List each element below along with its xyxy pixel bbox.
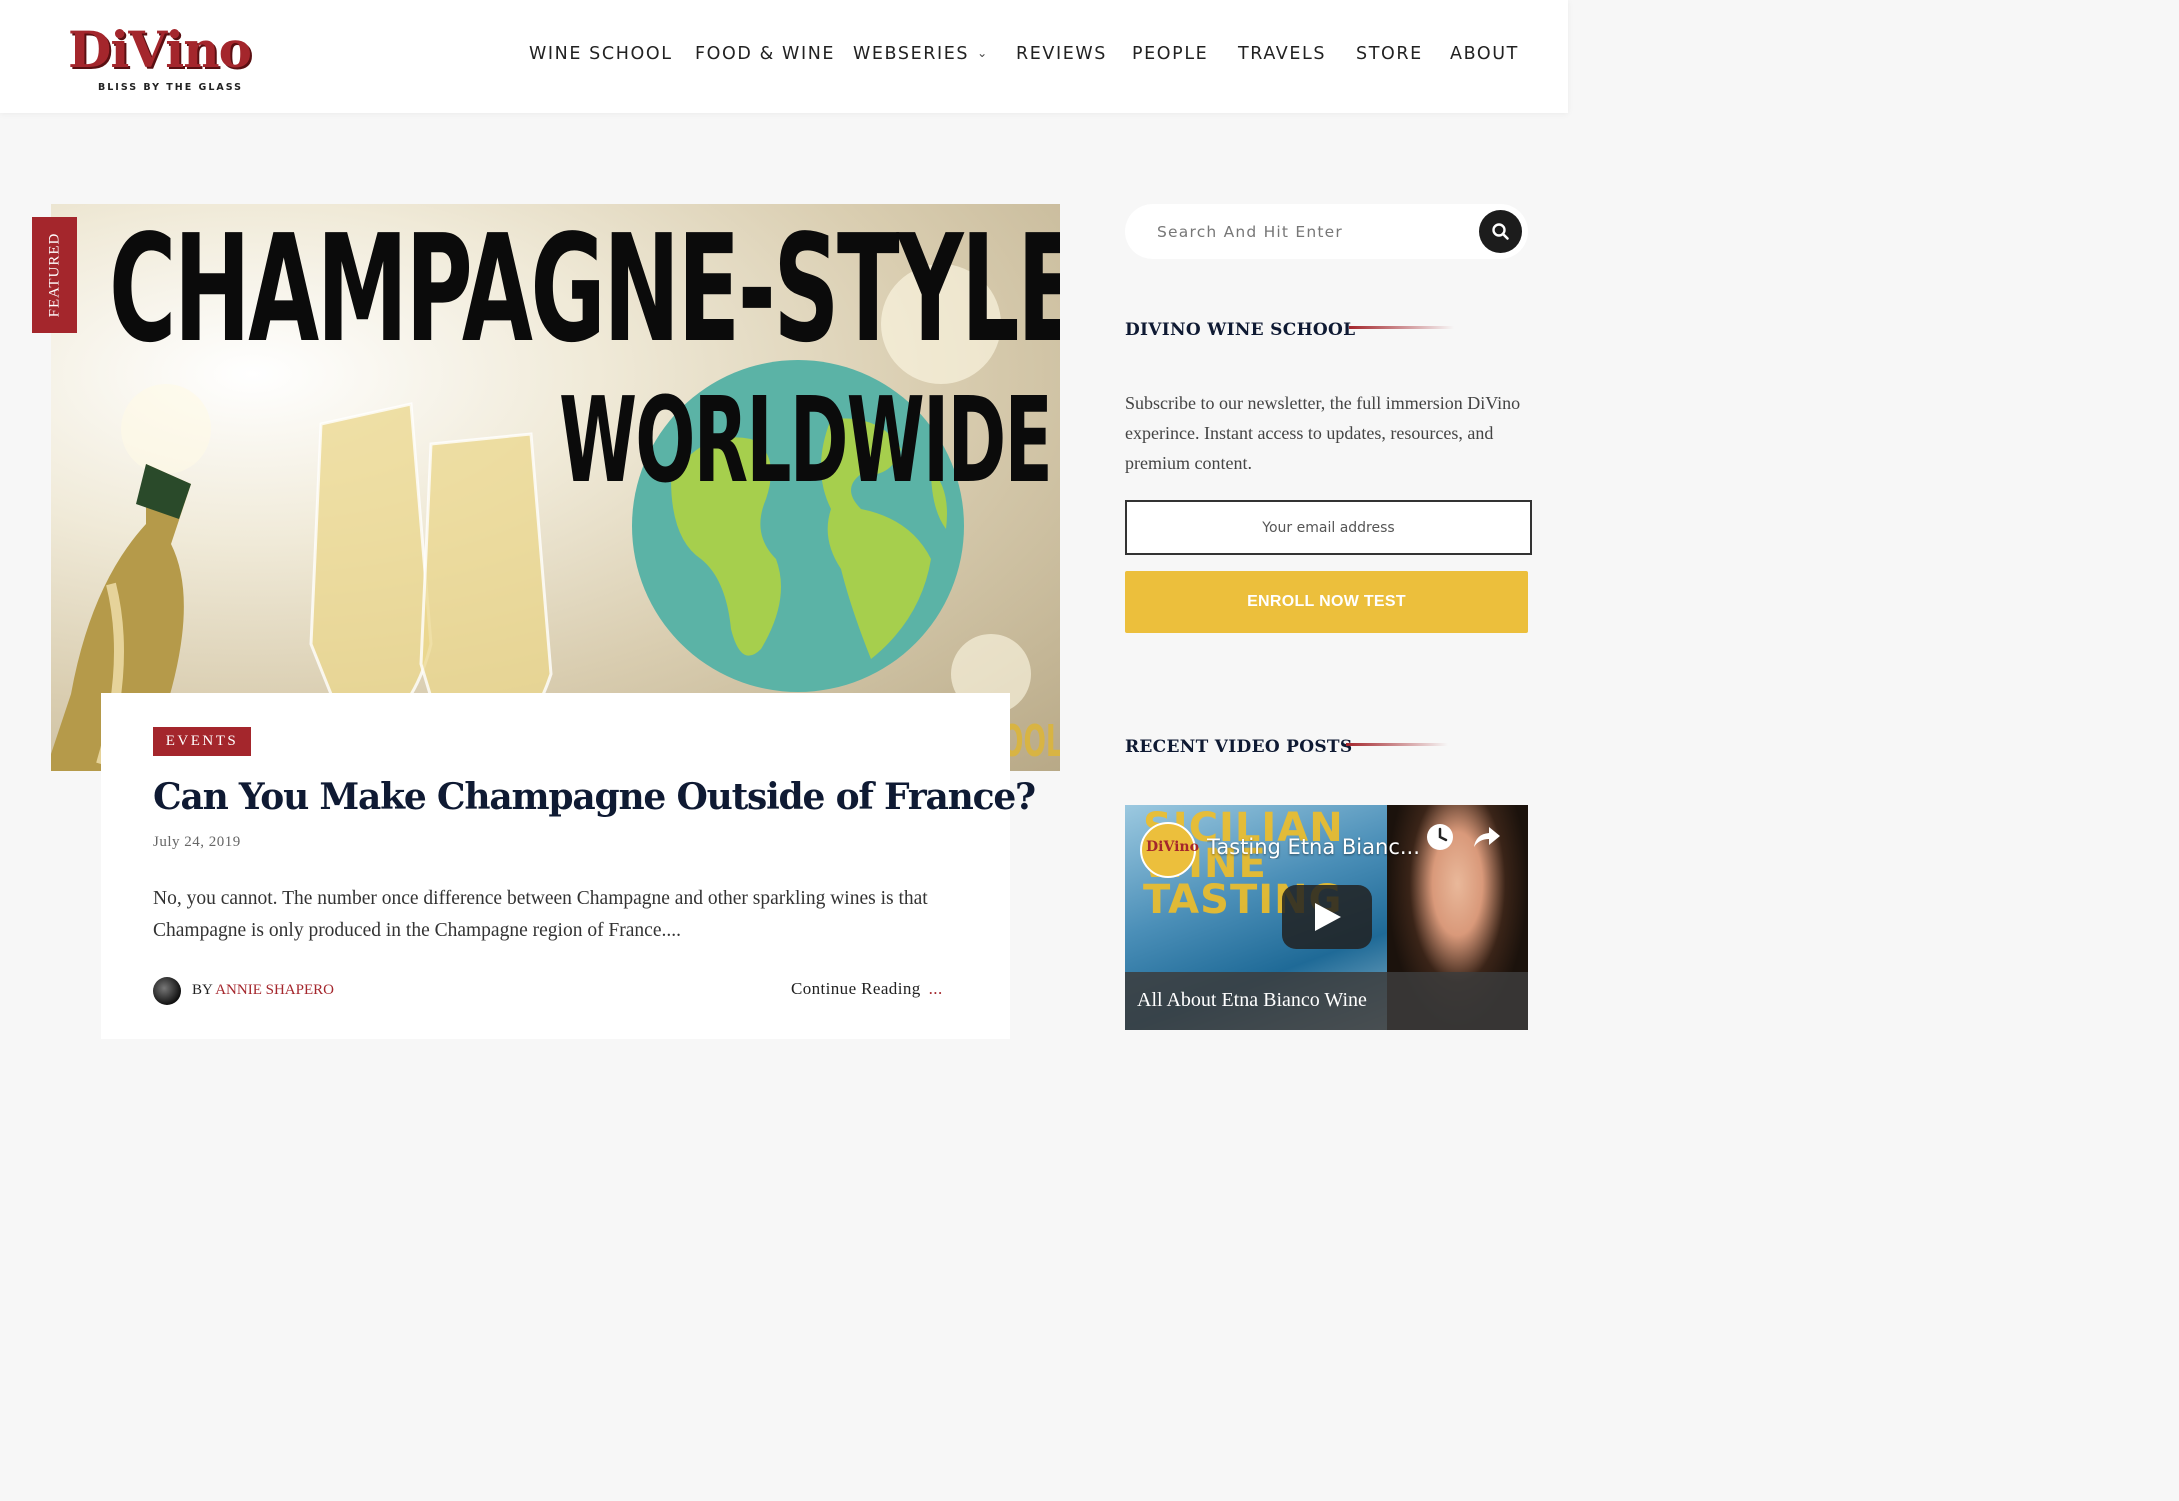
nav-store[interactable]: STORE [1356,44,1423,70]
featured-image[interactable]: CHAMPAGNE-STYLE WORLDWIDE OOL [51,204,1060,771]
by-label: BY [192,982,213,998]
main-nav: WINE SCHOOL FOOD & WINE WEBSERIES ⌄ REVIE… [0,44,1568,74]
search-input[interactable] [1155,218,1469,246]
search-box [1125,204,1528,259]
nav-reviews[interactable]: REVIEWS [1016,44,1107,70]
continue-reading-link[interactable]: Continue Reading... [791,979,943,1003]
continue-reading-ellipsis: ... [928,979,943,998]
post-card: EVENTS Can You Make Champagne Outside of… [101,693,1036,1039]
search-icon [1492,223,1509,240]
featured-badge-label: FEATURED [46,232,62,318]
logo-tagline: BLISS BY THE GLASS [98,82,243,93]
nav-people[interactable]: PEOPLE [1132,44,1208,70]
author-avatar[interactable] [153,977,181,1005]
play-icon [1315,903,1341,931]
email-field[interactable] [1125,500,1532,555]
nav-food-wine[interactable]: FOOD & WINE [695,44,835,70]
post-date: July 24, 2019 [153,834,241,850]
nav-webseries-label: WEBSERIES [853,44,970,64]
watch-later-icon[interactable] [1425,822,1455,852]
hero-headline: CHAMPAGNE-STYLE [109,204,1060,375]
category-badge[interactable]: EVENTS [153,727,251,756]
video-caption[interactable]: All About Etna Bianco Wine [1137,989,1367,1012]
nav-webseries[interactable]: WEBSERIES ⌄ [853,44,989,70]
newsletter-text: Subscribe to our newsletter, the full im… [1125,393,1521,473]
wine-school-widget-title: DIVINO WINE SCHOOL [1125,320,1356,340]
post-excerpt: No, you cannot. The number once differen… [153,888,928,941]
continue-reading-label: Continue Reading [791,979,921,998]
nav-wine-school[interactable]: WINE SCHOOL [529,44,673,70]
author-byline: BY ANNIE SHAPERO [192,982,334,999]
featured-badge: FEATURED [32,217,77,333]
share-icon[interactable] [1473,825,1501,849]
chevron-down-icon: ⌄ [977,46,989,60]
site-header: DiVino BLISS BY THE GLASS WINE SCHOOL FO… [0,0,1568,113]
channel-logo-text: DiVino [1146,839,1199,855]
channel-logo[interactable]: DiVino [1140,822,1199,878]
search-button[interactable] [1479,210,1522,253]
video-thumbnail[interactable]: SICILIAN WINE TASTING DiVino Tasting Etn… [1125,805,1528,1030]
nav-travels[interactable]: TRAVELS [1238,44,1326,70]
nav-about[interactable]: ABOUT [1450,44,1519,70]
post-title[interactable]: Can You Make Champagne Outside of France… [153,771,1036,823]
author-link[interactable]: ANNIE SHAPERO [215,982,334,998]
video-player-title[interactable]: Tasting Etna Bianc... [1207,835,1427,859]
widget-title-divider [1349,326,1454,329]
widget-title-divider [1346,743,1448,746]
video-caption-bar: All About Etna Bianco Wine [1125,972,1528,1030]
bokeh-light [121,384,211,474]
recent-videos-widget-title: RECENT VIDEO POSTS [1125,737,1353,757]
play-button[interactable] [1282,885,1372,949]
hero-subheadline: WORLDWIDE [559,371,1053,509]
enroll-button[interactable]: ENROLL NOW TEST [1125,571,1528,633]
